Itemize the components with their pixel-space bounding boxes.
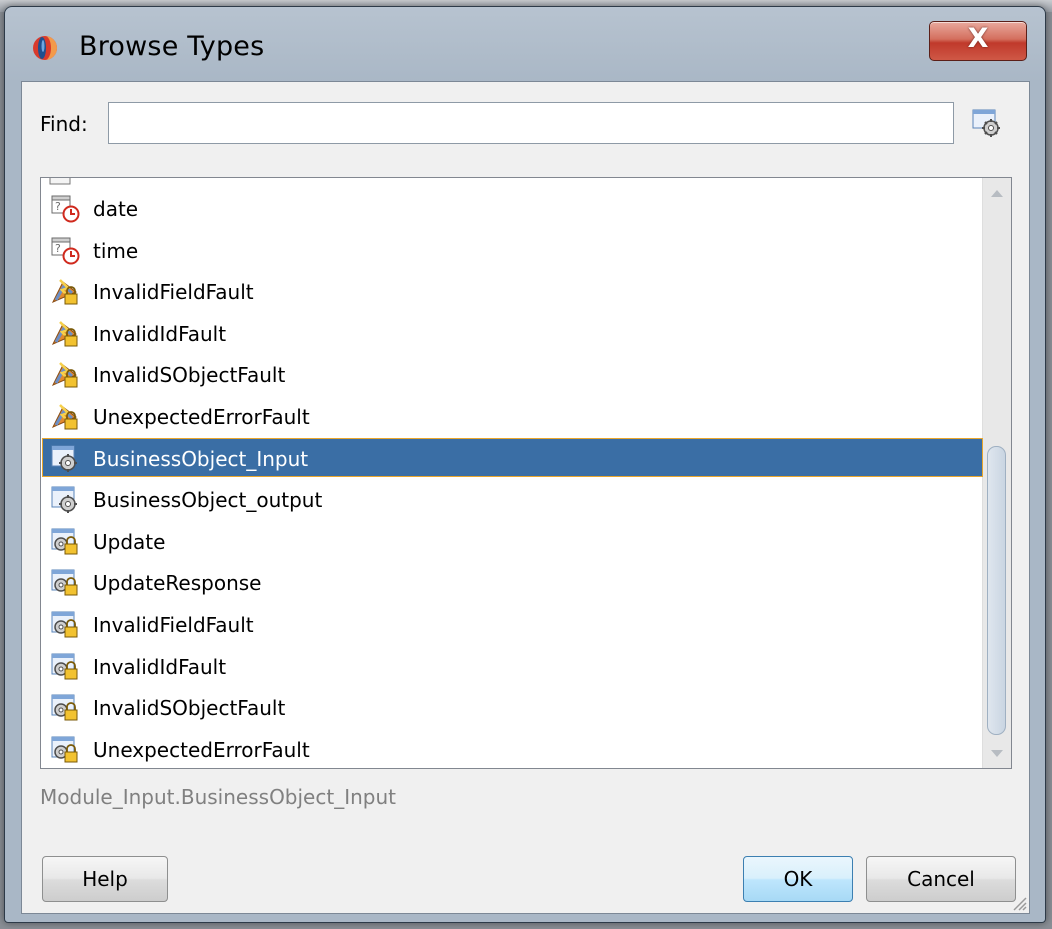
list-item[interactable]: InvalidSObjectFault [42, 354, 983, 393]
locked-gear-element-icon [51, 611, 78, 638]
list-item-label: BusinessObject_output [93, 488, 323, 513]
list-item-label: Update [93, 529, 166, 554]
partial-row-icon [49, 178, 71, 185]
list-item-label: date [93, 197, 139, 221]
list-item-label: InvalidFieldFault [93, 280, 254, 305]
list-item-label: InvalidSObjectFault [93, 363, 286, 388]
scroll-up-arrow-icon[interactable] [983, 182, 1011, 204]
list-item[interactable]: UpdateResponse [42, 562, 983, 601]
list-item[interactable]: InvalidIdFault [42, 646, 983, 685]
list-item-label: UpdateResponse [93, 571, 262, 596]
list-item-label: InvalidIdFault [93, 654, 227, 679]
list-item[interactable]: UnexpectedErrorFault [42, 729, 983, 768]
locked-gear-element-icon [51, 569, 78, 596]
gear-element-icon [51, 486, 77, 514]
ok-button[interactable]: OK [743, 856, 853, 902]
list-item-label: BusinessObject_Input [93, 446, 309, 471]
types-list[interactable]: ? date? time InvalidFieldFault InvalidIdFaul… [40, 177, 1012, 769]
browse-types-dialog: Browse Types X Find: ? date ? time Inval… [4, 6, 1046, 923]
selected-type-path: Module_Input.BusinessObject_Input [40, 785, 396, 809]
list-item[interactable]: BusinessObject_output [42, 479, 983, 518]
locked-gear-element-icon [51, 653, 78, 680]
cancel-button[interactable]: Cancel [866, 856, 1016, 902]
locked-fault-icon [51, 362, 78, 388]
locked-gear-element-icon [51, 736, 78, 763]
list-item[interactable]: BusinessObject_Input [42, 437, 983, 477]
find-options-gear-icon[interactable] [970, 106, 1004, 140]
locked-fault-icon [51, 404, 78, 430]
find-input[interactable] [108, 102, 954, 144]
resize-grip-icon[interactable] [1011, 895, 1027, 911]
list-item[interactable]: InvalidFieldFault [42, 271, 983, 310]
list-item[interactable]: InvalidSObjectFault [42, 687, 983, 726]
list-item[interactable]: ? date [42, 188, 983, 227]
list-item-label: time [93, 238, 139, 263]
list-item-label: InvalidIdFault [93, 321, 227, 346]
locked-gear-element-icon [51, 528, 78, 555]
locked-fault-icon [51, 320, 78, 347]
help-button[interactable]: Help [42, 856, 168, 902]
svg-text:?: ? [55, 200, 61, 213]
gear-element-icon [51, 445, 77, 472]
list-item[interactable]: UnexpectedErrorFault [42, 396, 983, 435]
window-title: Browse Types [79, 31, 265, 62]
svg-text:?: ? [55, 242, 61, 255]
date-time-type-icon: ? [51, 195, 80, 223]
locked-gear-element-icon [51, 694, 78, 721]
list-item-label: UnexpectedErrorFault [93, 737, 310, 762]
list-item[interactable]: ? time [42, 230, 983, 269]
find-label: Find: [40, 112, 88, 136]
close-icon: X [967, 23, 989, 54]
date-time-type-icon: ? [51, 237, 80, 265]
app-icon [33, 36, 57, 60]
dialog-content: Find: ?date?timeInvalidFieldFaultInv [21, 81, 1030, 914]
list-scrollbar[interactable] [982, 178, 1011, 768]
scroll-down-arrow-icon[interactable] [983, 742, 1011, 764]
list-item-label: InvalidFieldFault [93, 613, 254, 637]
close-button[interactable]: X [929, 21, 1027, 61]
list-item[interactable]: InvalidFieldFault [42, 604, 983, 643]
scrollbar-thumb[interactable] [987, 446, 1006, 735]
title-bar[interactable]: Browse Types X [5, 7, 1045, 81]
list-item[interactable]: InvalidIdFault [42, 313, 983, 352]
list-item-label: UnexpectedErrorFault [93, 405, 310, 429]
locked-fault-icon [51, 279, 78, 305]
list-item-label: InvalidSObjectFault [93, 696, 286, 721]
list-item[interactable]: Update [42, 521, 983, 560]
